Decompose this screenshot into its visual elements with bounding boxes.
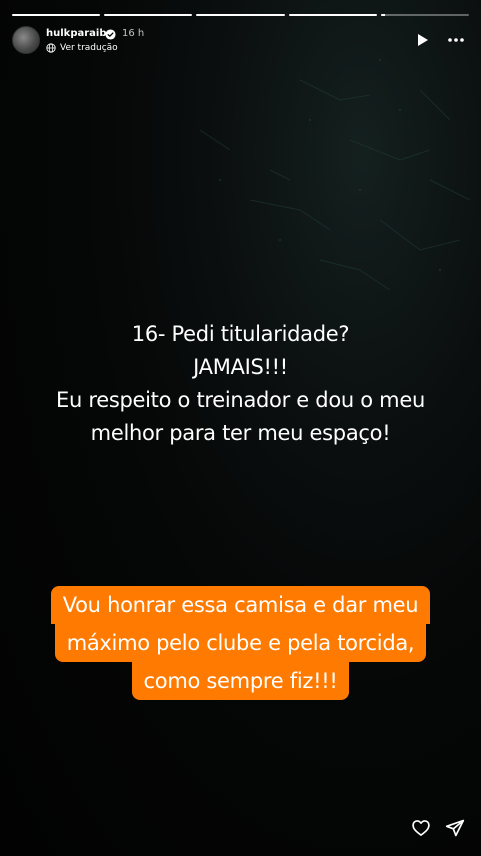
progress-segment xyxy=(288,14,377,16)
globe-icon xyxy=(46,43,56,53)
avatar[interactable] xyxy=(12,26,40,54)
caption-line: Vou honrar essa camisa e dar meu xyxy=(50,586,431,624)
story-text-line: Eu respeito o treinador e dou o meu xyxy=(56,388,425,412)
story-progress-bar xyxy=(12,14,470,16)
verified-badge-icon xyxy=(105,29,116,40)
story-text: 16- Pedi titularidade? JAMAIS!!! Eu resp… xyxy=(0,318,481,450)
progress-segment xyxy=(380,14,470,16)
caption-line: como sempre fiz!!! xyxy=(131,662,350,700)
username[interactable]: hulkparaiba xyxy=(46,28,113,39)
story-actions xyxy=(411,818,465,838)
story-header: hulkparaiba 16 h Ver tradução xyxy=(12,26,469,56)
caption-line: máximo pelo clube e pela torcida, xyxy=(54,624,427,662)
send-icon[interactable] xyxy=(445,818,465,838)
post-time: 16 h xyxy=(122,28,145,39)
story-viewer: hulkparaiba 16 h Ver tradução 16- Pedi t… xyxy=(0,0,481,856)
progress-segment xyxy=(104,14,193,16)
more-dots-icon[interactable] xyxy=(447,34,465,46)
translate-label: Ver tradução xyxy=(60,43,118,53)
translate-button[interactable]: Ver tradução xyxy=(46,43,118,53)
progress-segment xyxy=(196,14,285,16)
heart-icon[interactable] xyxy=(411,818,431,838)
story-text-line: melhor para ter meu espaço! xyxy=(90,421,391,445)
highlighted-caption: Vou honrar essa camisa e dar meu máximo … xyxy=(0,586,481,700)
progress-segment xyxy=(12,14,101,16)
play-icon[interactable] xyxy=(417,33,429,47)
story-text-line: JAMAIS!!! xyxy=(193,355,288,379)
story-text-line: 16- Pedi titularidade? xyxy=(131,322,350,346)
